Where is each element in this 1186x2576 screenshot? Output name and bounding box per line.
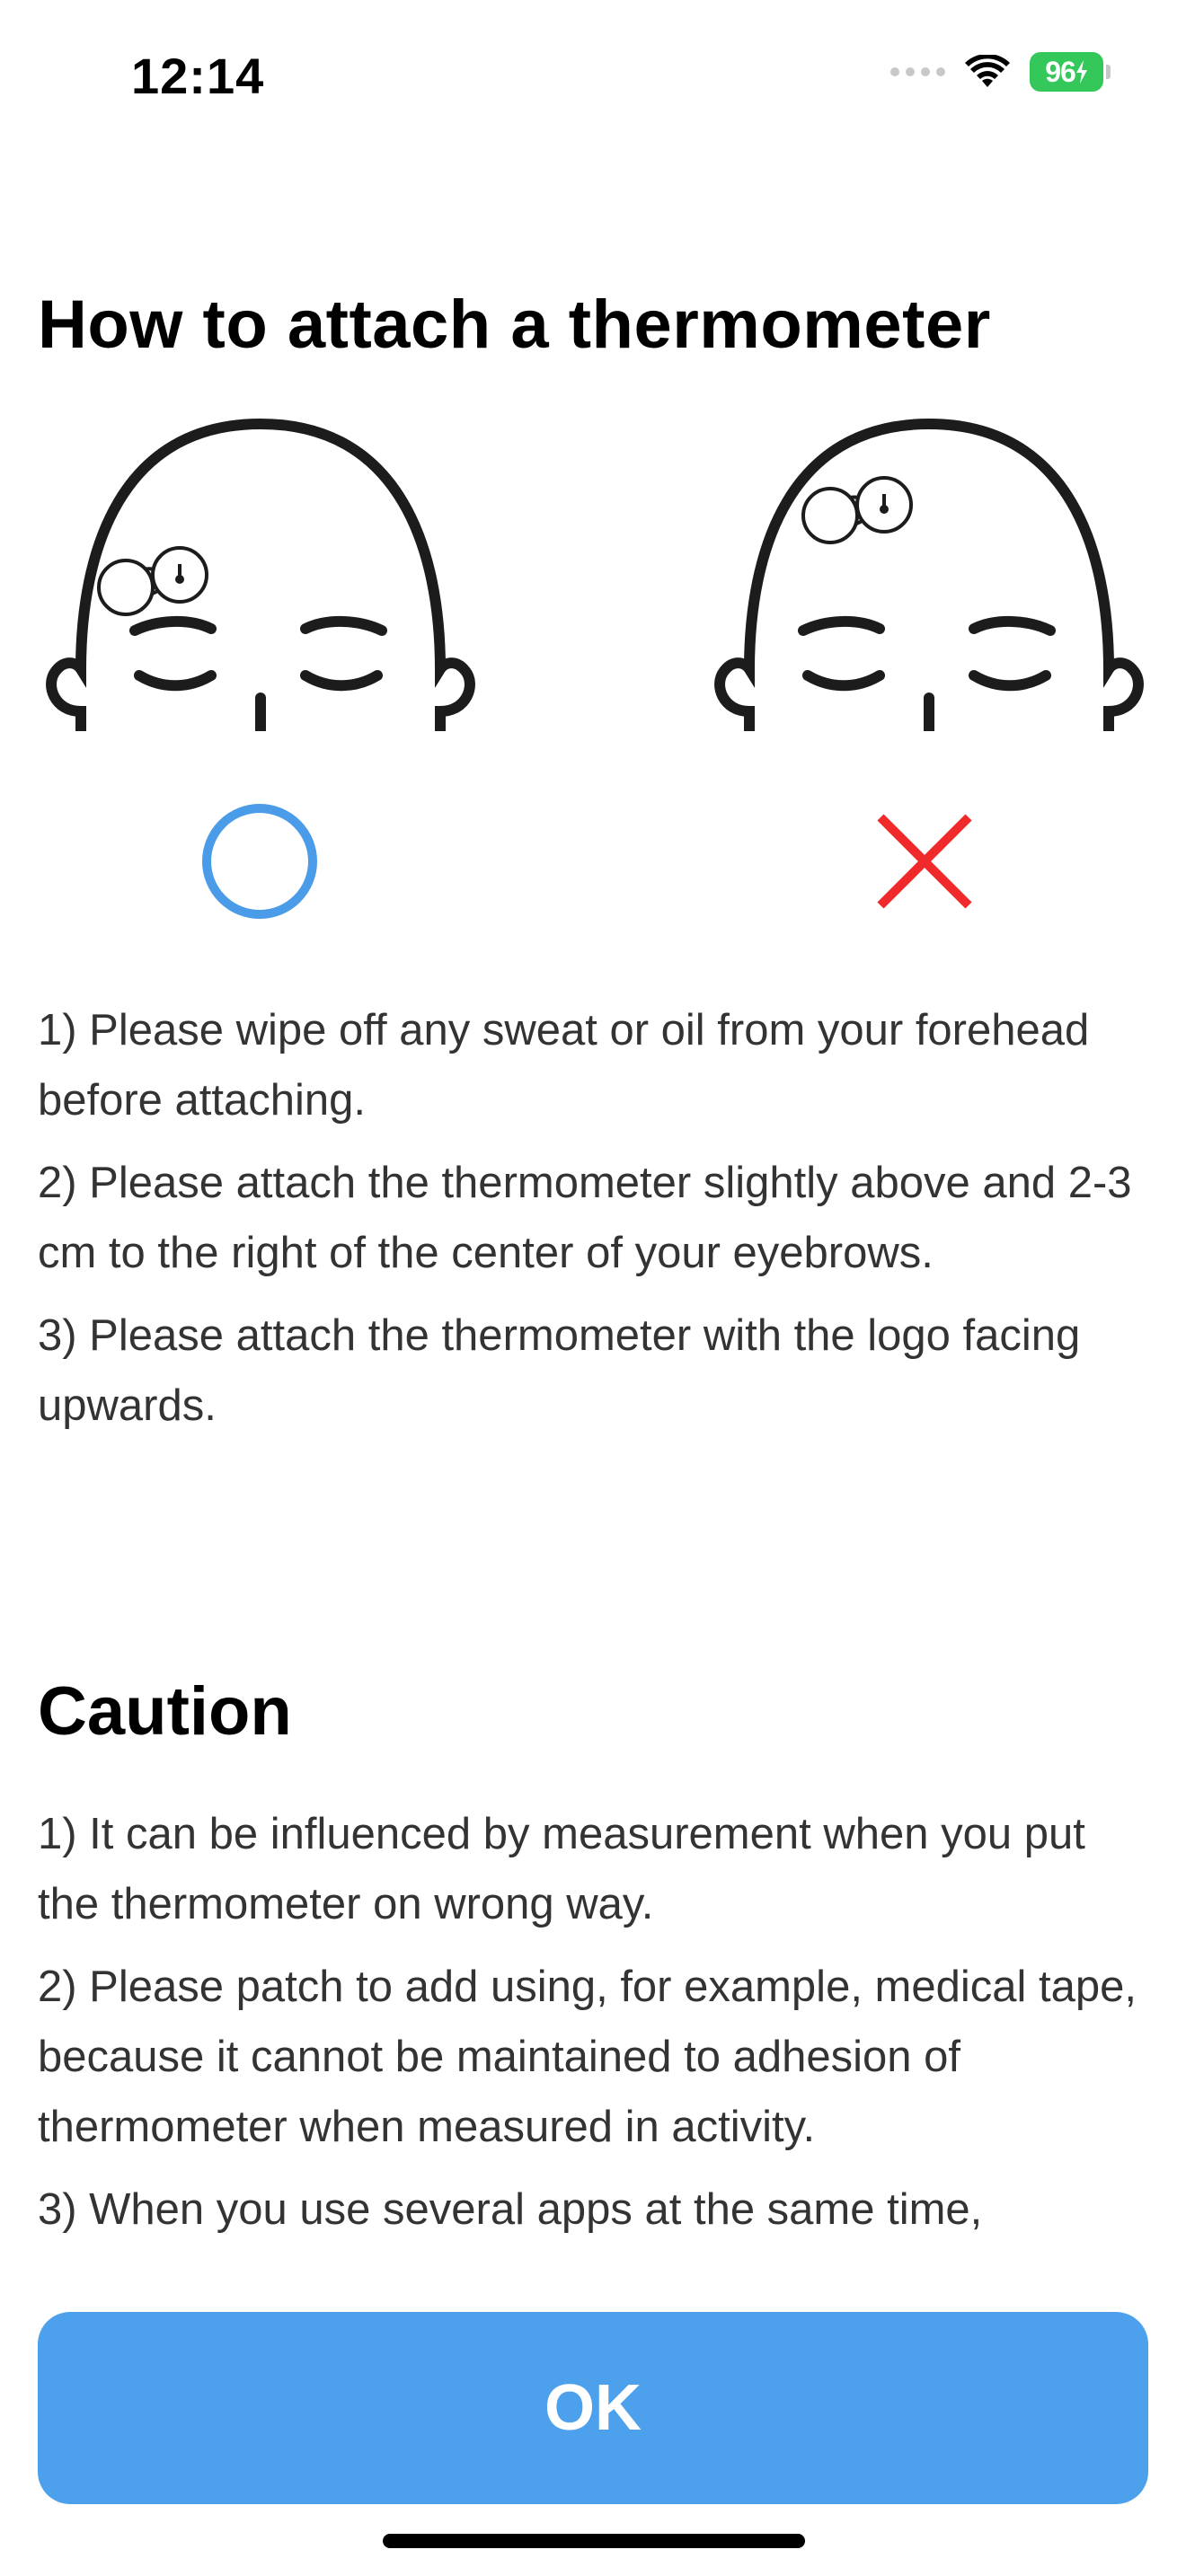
cross-ng-icon — [877, 814, 972, 909]
home-indicator[interactable] — [383, 2534, 805, 2548]
caution-item: 3) When you use several apps at the same… — [38, 2185, 983, 2234]
battery-level: 96 — [1045, 55, 1076, 88]
instruction-item: 1) Please wipe off any sweat or oil from… — [38, 1006, 1090, 1125]
signal-dots-icon — [890, 67, 945, 76]
wifi-icon — [965, 55, 1010, 87]
caution-item: 1) It can be influenced by measurement w… — [38, 1810, 1085, 1928]
ok-button[interactable]: OK — [38, 2312, 1148, 2504]
attach-instructions: 1) Please wipe off any sweat or oil from… — [38, 995, 1152, 1453]
instruction-item: 3) Please attach the thermometer with th… — [38, 1311, 1081, 1430]
caution-list: 1) It can be influenced by measurement w… — [38, 1799, 1152, 2257]
instruction-item: 2) Please attach the thermometer slightl… — [38, 1159, 1132, 1277]
status-time: 12:14 — [131, 48, 265, 104]
caution-item: 2) Please patch to add using, for exampl… — [38, 1963, 1137, 2151]
bolt-icon — [1075, 60, 1087, 84]
circle-ok-icon — [202, 804, 317, 919]
battery-charging-icon: 96 — [1030, 52, 1111, 92]
head-wrong-illustration — [714, 418, 1144, 731]
head-correct-illustration — [46, 418, 475, 731]
attach-title: How to attach a thermometer — [38, 287, 991, 363]
caution-title: Caution — [38, 1673, 292, 1750]
screen: 12:14 96 How to attach a thermometer 1) … — [0, 0, 1186, 2576]
status-icons: 96 — [890, 52, 1111, 92]
